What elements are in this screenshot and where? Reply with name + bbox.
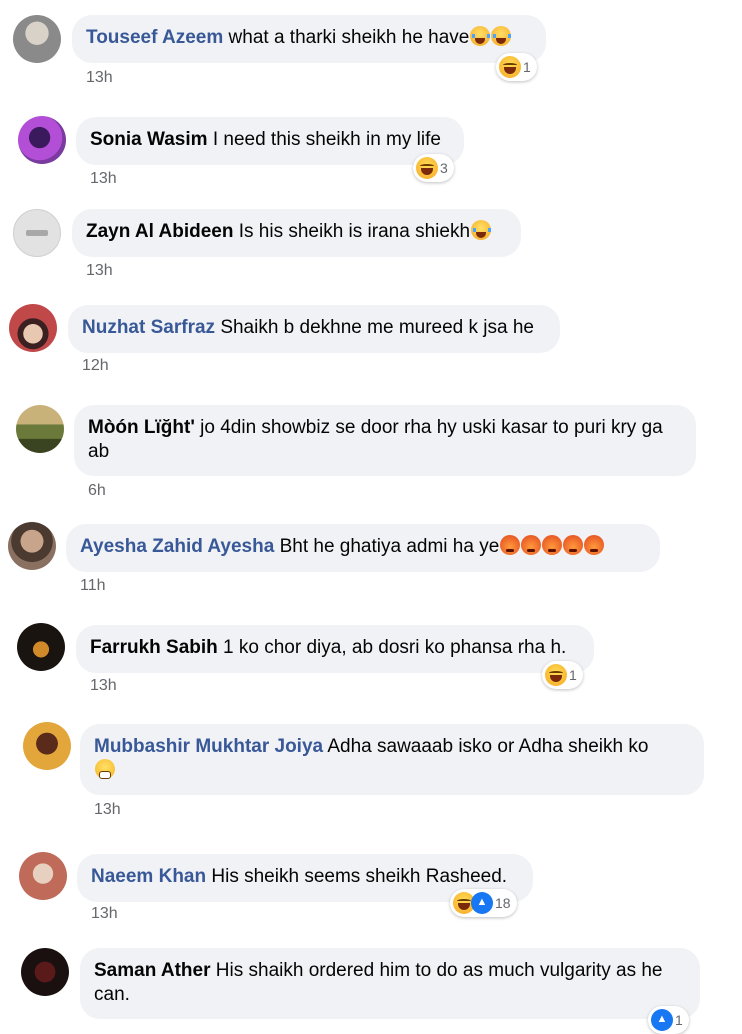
comment-bubble: Saman Ather His shaikh ordered him to do… (80, 948, 700, 1019)
reaction-summary[interactable]: 1 (496, 53, 537, 81)
comment-text: I need this sheikh in my life (212, 129, 441, 150)
comment-author[interactable]: Touseef Azeem (86, 27, 223, 48)
comment-timestamp[interactable]: 11h (80, 577, 106, 595)
like-icon (651, 1009, 673, 1031)
comment-bubble: Mubbashir Mukhtar Joiya Adha sawaaab isk… (80, 724, 704, 795)
comment-bubble: Farrukh Sabih 1 ko chor diya, ab dosri k… (76, 625, 594, 673)
avatar[interactable] (13, 209, 61, 257)
avatar[interactable] (13, 15, 61, 63)
comment-author[interactable]: Ayesha Zahid Ayesha (80, 536, 274, 557)
comment-author[interactable]: Mubbashir Mukhtar Joiya (94, 736, 323, 757)
comment-author[interactable]: Farrukh Sabih (90, 637, 218, 658)
comment-text: His sheikh seems sheikh Rasheed. (211, 866, 508, 887)
avatar[interactable] (17, 623, 65, 671)
comment-text: Shaikh b dekhne me mureed k jsa he (220, 317, 534, 338)
reaction-count: 18 (495, 895, 511, 911)
comment-timestamp[interactable]: 13h (91, 905, 118, 923)
comment-author[interactable]: Nuzhat Sarfraz (82, 317, 215, 338)
avatar[interactable] (21, 948, 69, 996)
avatar-placeholder-logo (26, 230, 48, 236)
avatar[interactable] (19, 852, 67, 900)
angry-icon (584, 534, 605, 555)
avatar[interactable] (16, 405, 64, 453)
joy-icon (491, 25, 512, 46)
comment-timestamp[interactable]: 13h (86, 262, 113, 280)
reaction-summary[interactable]: 3 (413, 154, 454, 182)
comment-bubble: Mòón Lïğht' jo 4din showbiz se door rha … (74, 405, 696, 476)
reaction-count: 1 (569, 667, 577, 683)
avatar[interactable] (23, 722, 71, 770)
reaction-count: 1 (523, 59, 531, 75)
haha-icon (499, 56, 521, 78)
comment-timestamp[interactable]: 13h (86, 69, 113, 87)
angry-icon (521, 534, 542, 555)
comment-text: Bht he ghatiya admi ha ye (279, 536, 500, 557)
comment-author[interactable]: Sonia Wasim (90, 129, 208, 150)
comment-text: Is his sheikh is irana shiekh (238, 221, 471, 242)
comment-bubble: Touseef Azeem what a tharki sheikh he ha… (72, 15, 546, 63)
avatar[interactable] (9, 304, 57, 352)
comment-text: what a tharki sheikh he have (228, 27, 470, 48)
reaction-count: 1 (675, 1012, 683, 1028)
comment-author[interactable]: Saman Ather (94, 960, 211, 981)
comment-timestamp[interactable]: 13h (90, 170, 117, 188)
comment-author[interactable]: Mòón Lïğht' (88, 417, 195, 438)
comment-text: Adha sawaaab isko or Adha sheikh ko (327, 736, 649, 757)
angry-icon (500, 534, 521, 555)
angry-icon (542, 534, 563, 555)
comment-timestamp[interactable]: 12h (82, 357, 109, 375)
reaction-summary[interactable]: 18 (450, 889, 517, 917)
reaction-count: 3 (440, 160, 448, 176)
comment-author[interactable]: Zayn Al Abideen (86, 221, 233, 242)
comment-author[interactable]: Naeem Khan (91, 866, 206, 887)
comment-bubble: Nuzhat Sarfraz Shaikh b dekhne me mureed… (68, 305, 560, 353)
reaction-summary[interactable]: 1 (542, 661, 583, 689)
joy-icon (470, 25, 491, 46)
comment-bubble: Sonia Wasim I need this sheikh in my lif… (76, 117, 464, 165)
comment-bubble: Ayesha Zahid Ayesha Bht he ghatiya admi … (66, 524, 660, 572)
haha-icon (545, 664, 567, 686)
joy-icon (471, 219, 492, 240)
angry-icon (563, 534, 584, 555)
grimace-icon (95, 758, 115, 779)
comment-timestamp[interactable]: 6h (88, 482, 106, 500)
reaction-summary[interactable]: 1 (648, 1006, 689, 1034)
comment-timestamp[interactable]: 13h (90, 677, 117, 695)
avatar[interactable] (18, 116, 66, 164)
avatar[interactable] (8, 522, 56, 570)
comment-timestamp[interactable]: 13h (94, 801, 121, 819)
comment-bubble: Zayn Al Abideen Is his sheikh is irana s… (72, 209, 521, 257)
haha-icon (416, 157, 438, 179)
comment-text: 1 ko chor diya, ab dosri ko phansa rha h… (223, 637, 567, 658)
like-icon (471, 892, 493, 914)
